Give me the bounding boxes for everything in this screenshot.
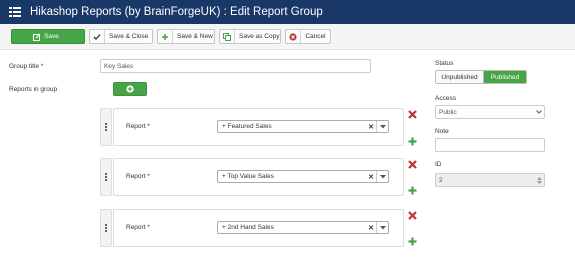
add-report-button[interactable] — [113, 82, 147, 96]
unpublished-option[interactable]: Unpublished — [436, 71, 484, 83]
list-menu-icon — [9, 7, 21, 17]
report-select[interactable]: + Featured Sales ✕ — [217, 120, 389, 133]
report-label: Report * — [126, 173, 150, 180]
plus-icon — [158, 30, 173, 43]
drag-handle-icon — [105, 224, 107, 232]
id-label: ID — [435, 161, 442, 168]
note-input[interactable] — [435, 138, 545, 152]
chevron-down-icon — [534, 110, 544, 114]
chevron-down-icon[interactable] — [376, 171, 388, 182]
access-value: Public — [439, 108, 457, 116]
report-row: Report * + Featured Sales ✕ — [113, 108, 404, 146]
plus-icon — [408, 137, 416, 145]
chevron-down-icon[interactable] — [376, 121, 388, 132]
report-label: Report * — [126, 224, 150, 231]
remove-report-button[interactable] — [406, 108, 418, 120]
remove-icon — [407, 159, 417, 169]
report-select[interactable]: + Top Value Sales ✕ — [217, 170, 389, 183]
insert-report-button[interactable] — [406, 235, 418, 247]
save-copy-button[interactable]: Save as Copy — [219, 29, 281, 44]
cancel-icon — [286, 30, 301, 43]
id-field: 2 — [435, 173, 545, 187]
save-close-label: Save & Close — [109, 33, 149, 40]
drag-handle[interactable] — [100, 158, 112, 196]
page-title: Hikashop Reports (by BrainForgeUK) : Edi… — [30, 6, 323, 18]
report-select-value: + 2nd Hand Sales — [222, 224, 274, 231]
clear-icon[interactable]: ✕ — [366, 173, 376, 181]
group-title-input[interactable]: Key Sales — [100, 59, 371, 73]
insert-report-button[interactable] — [406, 135, 418, 147]
id-value: 2 — [439, 176, 443, 184]
toolbar: Save Save & Close Save & New Save as Cop… — [0, 24, 575, 50]
cancel-button[interactable]: Cancel — [285, 29, 331, 44]
status-label: Status — [435, 60, 454, 67]
spinner-icon — [534, 176, 544, 184]
drag-handle-icon — [105, 173, 107, 181]
title-bar: Hikashop Reports (by BrainForgeUK) : Edi… — [0, 0, 575, 24]
group-title-value: Key Sales — [104, 62, 134, 70]
insert-report-button[interactable] — [406, 184, 418, 196]
copy-icon — [220, 30, 235, 43]
reports-in-group-label: Reports in group — [9, 86, 58, 93]
check-icon — [90, 30, 105, 43]
report-row: Report * + Top Value Sales ✕ — [113, 158, 404, 196]
published-option[interactable]: Published — [484, 71, 526, 83]
chevron-down-icon[interactable] — [376, 222, 388, 233]
clear-icon[interactable]: ✕ — [366, 224, 376, 232]
edit-icon — [33, 33, 41, 41]
cancel-label: Cancel — [305, 33, 326, 40]
note-label: Note — [435, 128, 449, 135]
report-label: Report * — [126, 123, 150, 130]
group-title-label: Group title * — [9, 63, 44, 70]
save-button[interactable]: Save — [11, 29, 85, 44]
drag-handle[interactable] — [100, 209, 112, 247]
save-copy-label: Save as Copy — [239, 33, 280, 40]
clear-icon[interactable]: ✕ — [366, 123, 376, 131]
add-circle-icon — [126, 85, 134, 93]
save-new-button[interactable]: Save & New — [157, 29, 215, 44]
report-row: Report * + 2nd Hand Sales ✕ — [113, 209, 404, 247]
save-label: Save — [44, 33, 59, 40]
save-new-label: Save & New — [177, 33, 213, 40]
drag-handle[interactable] — [100, 108, 112, 146]
plus-icon — [408, 237, 416, 245]
access-label: Access — [435, 95, 456, 102]
remove-icon — [407, 109, 417, 119]
drag-handle-icon — [105, 123, 107, 131]
access-select[interactable]: Public — [435, 105, 545, 119]
status-toggle: Unpublished Published — [435, 70, 527, 84]
remove-report-button[interactable] — [406, 158, 418, 170]
plus-icon — [408, 186, 416, 194]
report-select-value: + Top Value Sales — [222, 173, 274, 180]
report-select-value: + Featured Sales — [222, 123, 272, 130]
remove-icon — [407, 210, 417, 220]
save-close-button[interactable]: Save & Close — [89, 29, 153, 44]
remove-report-button[interactable] — [406, 209, 418, 221]
report-select[interactable]: + 2nd Hand Sales ✕ — [217, 221, 389, 234]
